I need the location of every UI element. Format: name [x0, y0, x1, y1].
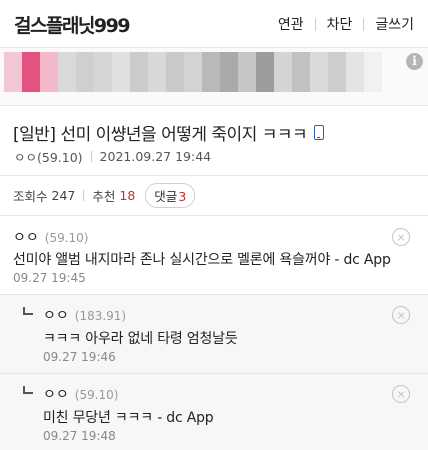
comment-item: ㅇㅇ (59.10) 선미야 앨범 내지마라 존나 실시간으로 멜론에 욕슬꺼야… [0, 216, 428, 295]
ad-banner[interactable]: i [0, 48, 428, 106]
reply-author-ip: (183.91) [74, 309, 127, 323]
ad-blur-cell [76, 52, 94, 92]
ad-blur-cell [346, 52, 364, 92]
reply-author-name[interactable]: ㅇㅇ [43, 384, 69, 404]
ad-blur-cell [22, 52, 40, 92]
post-meta: ㅇㅇ(59.10) 2021.09.27 19:44 [14, 147, 211, 166]
blurred-ad-image [4, 52, 382, 92]
close-icon[interactable] [392, 306, 410, 324]
stats-divider [83, 190, 85, 201]
ad-blur-cell [130, 52, 148, 92]
comment-author: ㅇㅇ (59.10) [13, 227, 88, 247]
ad-blur-cell [310, 52, 328, 92]
ad-blur-cell [328, 52, 346, 92]
comment-author-ip: (59.10) [44, 231, 89, 245]
reply-author-name[interactable]: ㅇㅇ [43, 305, 69, 325]
site-title[interactable]: 걸스플래닛999 [14, 11, 131, 38]
ad-blur-cell [256, 52, 274, 92]
ad-blur-cell [112, 52, 130, 92]
ad-blur-cell [238, 52, 256, 92]
reply-author-ip: (59.10) [74, 388, 119, 402]
ad-blur-cell [220, 52, 238, 92]
nav-divider [314, 17, 316, 31]
write-link[interactable]: 글쓰기 [373, 14, 416, 34]
comments-count: 3 [178, 189, 187, 204]
block-link[interactable]: 차단 [325, 14, 355, 34]
views-count: 247 [51, 188, 76, 203]
close-icon[interactable] [392, 228, 410, 246]
reply-author: ㅇㅇ (59.10) [43, 384, 118, 404]
ad-blur-cell [292, 52, 310, 92]
reply-text: ㅋㅋㅋ 아우라 없네 타령 엄청날듯 [43, 331, 238, 347]
post-title-text: [일반] 선미 이썅년을 어떻게 죽이지 ㅋㅋㅋ [13, 125, 308, 145]
reply-arrow-icon [23, 307, 33, 315]
recommend-label: 추천 [92, 189, 116, 204]
ad-blur-cell [202, 52, 220, 92]
post-header: [일반] 선미 이썅년을 어떻게 죽이지 ㅋㅋㅋ ㅇㅇ(59.10) 2021.… [0, 106, 428, 176]
ad-blur-cell [274, 52, 292, 92]
comment-text: 선미야 앨범 내지마라 존나 실시간으로 멜론에 욕슬꺼야 - dc App [13, 252, 391, 268]
post-title: [일반] 선미 이썅년을 어떻게 죽이지 ㅋㅋㅋ [13, 120, 325, 145]
nav-divider [363, 17, 365, 31]
post-datetime: 2021.09.27 19:44 [99, 149, 212, 164]
comments-button[interactable]: 댓글3 [145, 183, 196, 208]
views-label: 조회수 [13, 189, 48, 204]
reply-item: ㅇㅇ (59.10) 미친 무당년 ㅋㅋㅋ - dc App 09.27 19:… [0, 374, 428, 450]
reply-time: 09.27 19:46 [43, 350, 116, 364]
header-nav: 연관 차단 글쓰기 [276, 14, 416, 34]
post-author[interactable]: ㅇㅇ(59.10) [14, 147, 83, 166]
reply-arrow-icon [23, 386, 33, 394]
ad-blur-cell [148, 52, 166, 92]
related-link[interactable]: 연관 [276, 14, 306, 34]
post-stats: 조회수 247 추천 18 댓글3 [0, 176, 428, 216]
ad-blur-cell [184, 52, 202, 92]
comment-author-name[interactable]: ㅇㅇ [13, 227, 39, 247]
meta-divider [90, 151, 92, 162]
ad-blur-cell [364, 52, 382, 92]
ad-blur-cell [4, 52, 22, 92]
ad-blur-cell [94, 52, 112, 92]
mobile-icon [314, 125, 325, 140]
info-icon[interactable]: i [406, 53, 423, 70]
ad-blur-cell [58, 52, 76, 92]
reply-text: 미친 무당년 ㅋㅋㅋ - dc App [43, 410, 214, 426]
close-icon[interactable] [392, 385, 410, 403]
header: 걸스플래닛999 연관 차단 글쓰기 [0, 0, 428, 48]
reply-item: ㅇㅇ (183.91) ㅋㅋㅋ 아우라 없네 타령 엄청날듯 09.27 19:… [0, 295, 428, 374]
ad-blur-cell [40, 52, 58, 92]
comment-time: 09.27 19:45 [13, 271, 86, 285]
reply-author: ㅇㅇ (183.91) [43, 305, 126, 325]
reply-time: 09.27 19:48 [43, 429, 116, 443]
recommend-count: 18 [119, 188, 136, 203]
ad-blur-cell [166, 52, 184, 92]
comments-label: 댓글 [154, 189, 178, 204]
